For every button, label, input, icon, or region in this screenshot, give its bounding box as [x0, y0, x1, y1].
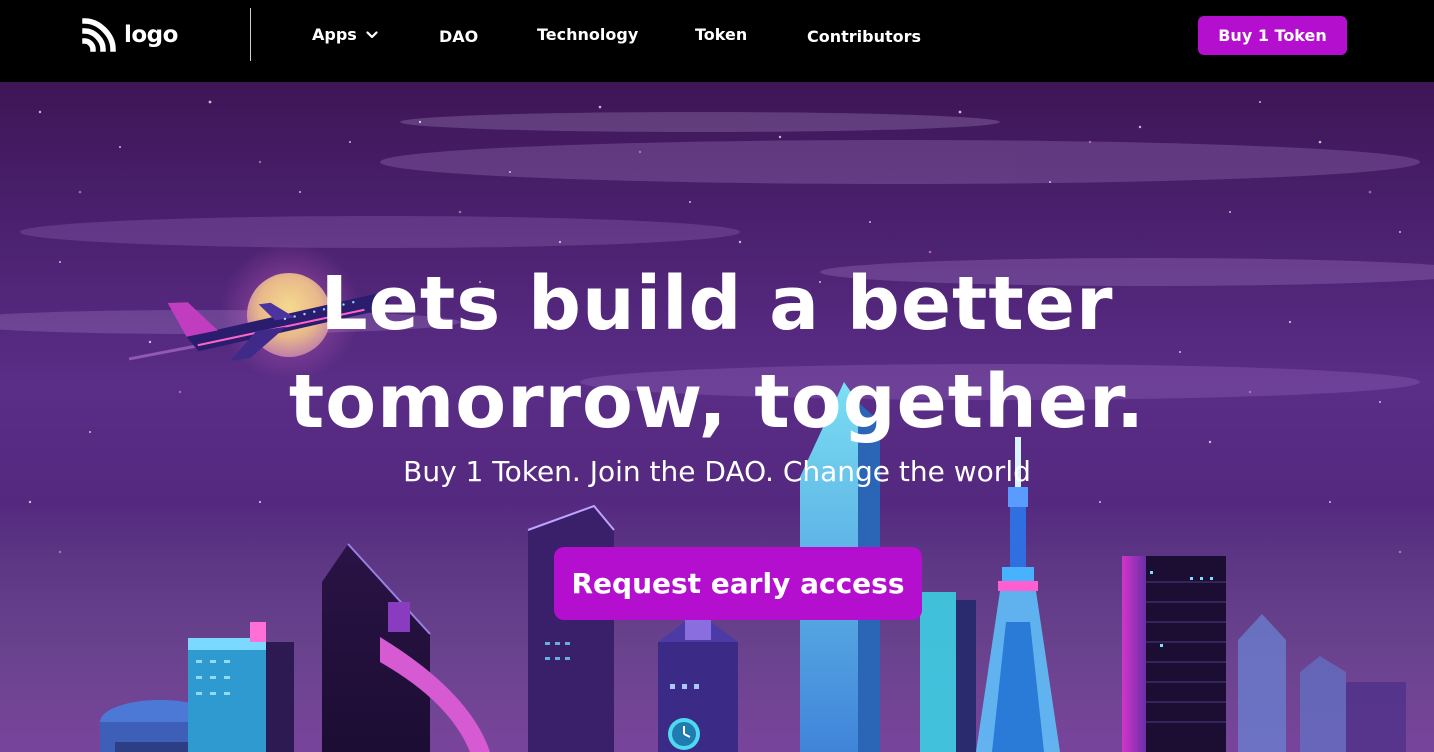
logo-icon — [82, 18, 116, 52]
hero-section: Lets build a better tomorrow, together. … — [0, 82, 1434, 752]
buy-token-button[interactable]: Buy 1 Token — [1198, 16, 1347, 55]
nav-link-token[interactable]: Token — [695, 25, 747, 44]
nav-link-apps-label: Apps — [312, 25, 357, 44]
nav-link-contributors[interactable]: Contributors — [807, 27, 921, 46]
request-early-access-button[interactable]: Request early access — [554, 547, 922, 620]
cloud-streaks — [0, 112, 1434, 400]
hero-headline-line-2: tomorrow, together. — [288, 359, 1146, 445]
logo-link[interactable]: logo — [82, 17, 178, 53]
nav-link-technology[interactable]: Technology — [537, 25, 638, 44]
top-navigation: logo Apps DAO Technology Token Contribut… — [0, 0, 1434, 82]
nav-link-apps[interactable]: Apps — [312, 25, 378, 44]
chevron-down-icon — [366, 30, 378, 38]
logo-text: logo — [124, 22, 178, 48]
hero-headline-line-1: Lets build a better — [320, 261, 1114, 347]
hero-subheadline: Buy 1 Token. Join the DAO. Change the wo… — [403, 455, 1031, 488]
nav-link-dao[interactable]: DAO — [439, 27, 478, 46]
nav-divider — [250, 8, 251, 61]
